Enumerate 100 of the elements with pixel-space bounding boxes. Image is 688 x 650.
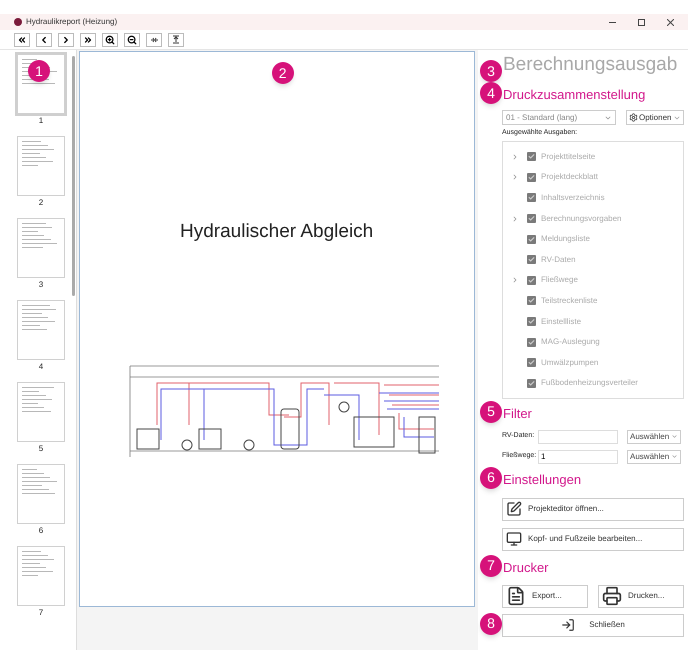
screen-icon: [506, 531, 522, 547]
check-icon: [528, 153, 535, 160]
checkbox[interactable]: [527, 152, 536, 162]
check-icon: [528, 338, 535, 346]
panel-title: Berechnungsausgab: [503, 53, 678, 77]
page-number: 1: [38, 116, 44, 126]
printer-button[interactable]: Drucken...: [598, 584, 684, 608]
page-thumbnail[interactable]: [15, 462, 67, 526]
settings-button[interactable]: Kopf- und Fußzeile bearbeiten...: [502, 528, 684, 550]
page-number: 4: [38, 362, 44, 372]
page-number: 3: [38, 280, 44, 290]
page-number: 5: [38, 444, 44, 454]
check-icon: [528, 380, 535, 387]
toolbar-button[interactable]: [58, 32, 74, 46]
checkbox[interactable]: [527, 193, 536, 202]
toolbar-button[interactable]: [102, 32, 118, 46]
output-label: Fußbodenheizungsverteiler: [541, 377, 638, 390]
check-icon: [528, 215, 535, 222]
output-label: RV-Daten: [541, 254, 576, 266]
checkbox[interactable]: [527, 317, 536, 326]
checkbox[interactable]: [527, 378, 536, 388]
expand-chevron-icon[interactable]: [511, 214, 519, 223]
checkbox[interactable]: [527, 255, 536, 264]
expand-chevron-icon[interactable]: [511, 173, 519, 182]
app-logo-icon: [14, 18, 22, 26]
output-label: Meldungsliste: [541, 233, 590, 246]
expand-chevron-icon[interactable]: [511, 276, 519, 284]
number-marker: 5: [480, 400, 502, 422]
output-label: Einstellliste: [541, 316, 582, 328]
preset-dropdown[interactable]: 01 - Standard (lang): [502, 110, 616, 125]
toolbar-button[interactable]: [146, 32, 162, 46]
page-thumbnail[interactable]: [15, 380, 67, 444]
check-icon: [528, 276, 535, 284]
close-button[interactable]: Schließen: [502, 614, 684, 636]
last-page-icon: [83, 34, 93, 44]
toolbar-button[interactable]: [124, 32, 140, 46]
checkbox[interactable]: [527, 276, 536, 285]
chevron-down-icon: [671, 433, 678, 440]
printer-icon: [602, 586, 622, 606]
check-icon: [528, 318, 535, 326]
page-thumbnail[interactable]: [15, 298, 67, 362]
number-marker: 4: [480, 82, 502, 104]
check-icon: [528, 297, 535, 304]
checkbox[interactable]: [527, 358, 536, 368]
section-heading: Einstellungen: [503, 470, 582, 489]
maximize-icon[interactable]: [638, 18, 645, 26]
checkbox[interactable]: [527, 338, 536, 347]
output-label: Teilstreckenliste: [541, 294, 598, 307]
page-thumbnail[interactable]: [15, 216, 67, 280]
check-icon: [528, 194, 535, 202]
output-label: MAG-Auslegung: [541, 336, 600, 348]
check-icon: [528, 236, 535, 243]
toolbar-button[interactable]: [14, 32, 30, 46]
section-heading: Drucker: [503, 558, 549, 577]
checkbox[interactable]: [527, 234, 536, 244]
page-title: Hydraulischer Abgleich: [180, 220, 374, 244]
window-title: Hydraulikreport (Heizung): [26, 16, 118, 28]
pdf-file-icon: [506, 586, 526, 606]
first-page-icon: [17, 34, 27, 44]
exit-icon: [561, 618, 576, 632]
select-dropdown[interactable]: Auswählen: [627, 450, 681, 464]
filter-input[interactable]: 1: [538, 450, 618, 464]
options-button[interactable]: Optionen: [626, 110, 684, 125]
page-number: 2: [38, 198, 44, 208]
output-label: Inhaltsverzeichnis: [541, 192, 605, 204]
output-label: Umwälzpumpen: [541, 356, 598, 369]
settings-icon: [629, 113, 638, 122]
checkbox[interactable]: [527, 214, 536, 224]
toolbar-button[interactable]: [168, 32, 184, 46]
output-label: Fließwege: [541, 274, 578, 286]
fit-height-icon: [173, 35, 179, 44]
section-heading: Filter: [503, 404, 532, 423]
section-heading: Druckzusammenstellung: [503, 86, 646, 104]
number-marker: 7: [480, 554, 502, 576]
checkbox[interactable]: [527, 172, 536, 182]
page-number: 6: [38, 526, 44, 536]
select-dropdown[interactable]: Auswählen: [627, 430, 681, 444]
check-icon: [528, 174, 535, 181]
page-thumbnail[interactable]: [15, 52, 67, 116]
edit-icon: [506, 501, 522, 517]
number-marker: 2: [272, 62, 294, 84]
page-thumbnail[interactable]: [15, 134, 67, 198]
settings-button[interactable]: Projekteditor öffnen...: [502, 498, 684, 520]
output-label: Projektdeckblatt: [541, 171, 598, 184]
number-marker: 8: [480, 612, 502, 634]
checkbox[interactable]: [527, 296, 536, 306]
output-label: Berechnungsvorgaben: [541, 212, 622, 225]
printer-button[interactable]: Export...: [502, 584, 588, 608]
toolbar-button[interactable]: [36, 32, 52, 46]
scrollbar[interactable]: [72, 56, 75, 296]
page-number: 7: [38, 608, 44, 618]
page-thumbnail[interactable]: [15, 544, 67, 608]
close-icon[interactable]: [667, 18, 674, 26]
toolbar-button[interactable]: [80, 32, 96, 46]
check-icon: [528, 256, 535, 264]
output-label: Projekttitelseite: [541, 150, 596, 163]
filter-input[interactable]: [538, 430, 618, 444]
number-marker: 6: [480, 466, 502, 488]
expand-chevron-icon[interactable]: [511, 152, 519, 161]
previous-page-icon: [39, 34, 49, 44]
